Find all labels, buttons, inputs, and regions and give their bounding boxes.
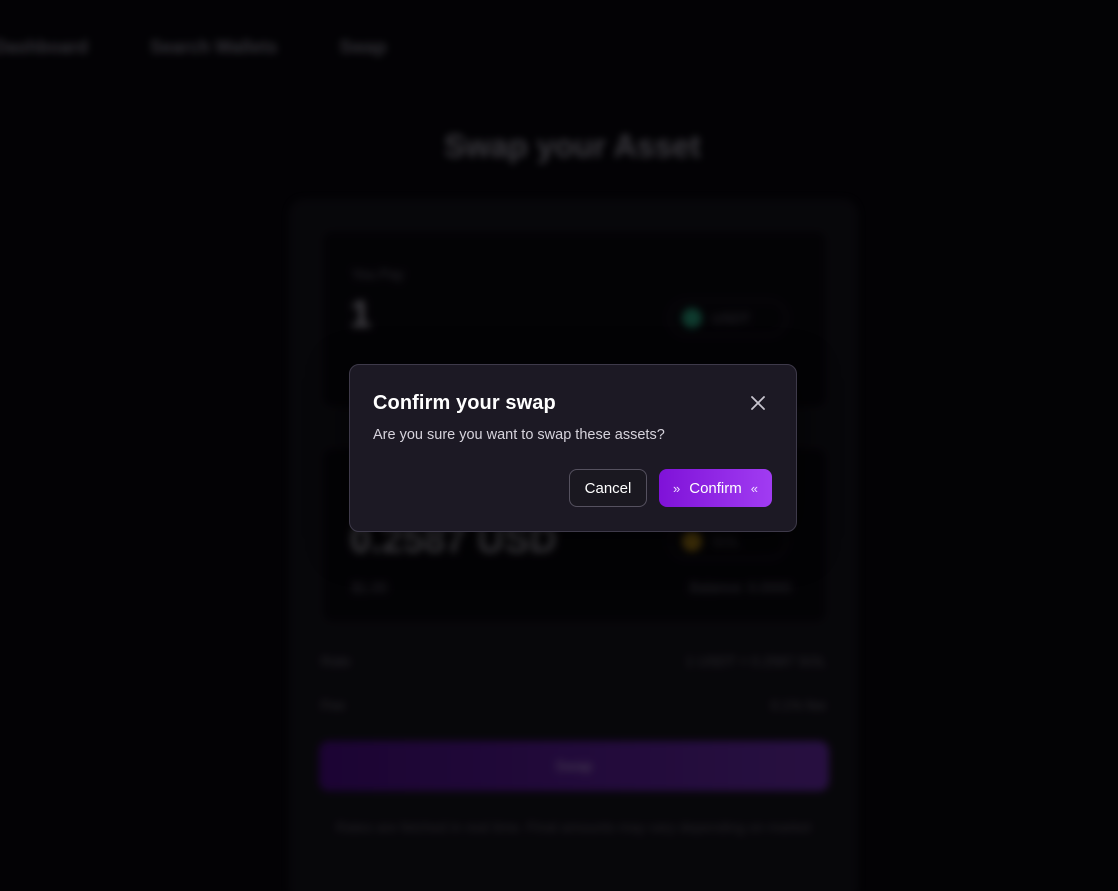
dialog-title: Confirm your swap	[373, 392, 556, 414]
cancel-button[interactable]: Cancel	[569, 469, 647, 507]
confirm-button[interactable]: » Confirm «	[659, 469, 772, 507]
close-icon[interactable]	[746, 391, 770, 415]
close-x-glyph	[751, 396, 765, 410]
chevrons-left-icon: «	[750, 480, 758, 496]
confirm-swap-dialog: Confirm your swap Are you sure you want …	[349, 364, 797, 532]
dialog-description: Are you sure you want to swap these asse…	[373, 427, 665, 443]
confirm-button-label: Confirm	[689, 479, 742, 497]
chevrons-right-icon: »	[673, 480, 681, 496]
app-root: Dashboard Search Wallets Swap Swap your …	[0, 0, 1118, 891]
